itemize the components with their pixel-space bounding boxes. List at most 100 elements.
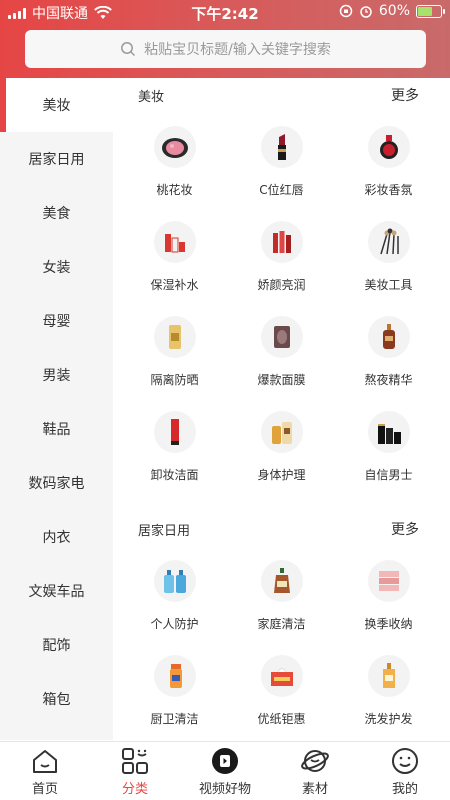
sidebar-item-mens[interactable]: 男装: [0, 348, 113, 402]
category-tile[interactable]: 个人防护: [121, 546, 228, 641]
tab-home[interactable]: 首页: [0, 742, 90, 800]
category-tile[interactable]: 换季收纳: [335, 546, 442, 641]
face-mask-icon: [273, 326, 290, 348]
blush-compact-icon: [161, 138, 188, 158]
battery-fill: [418, 6, 433, 16]
sidebar-item-label: 文娱车品: [28, 584, 85, 600]
search-input[interactable]: 粘贴宝贝标题/输入关键字搜索: [25, 30, 426, 68]
category-tile[interactable]: 优纸钜惠: [228, 641, 335, 736]
battery-percent: 60%: [378, 3, 410, 19]
tab-video[interactable]: 视频好物: [180, 742, 270, 800]
category-tile[interactable]: C位红唇: [228, 112, 335, 207]
category-tile[interactable]: 自信男士: [335, 397, 442, 492]
home-goods-grid: 个人防护 家庭清洁 换季收纳 厨卫清洁 优纸钜惠 洗发护发: [113, 546, 450, 736]
tile-label: 美妆工具: [364, 278, 413, 292]
tile-label: 换季收纳: [364, 617, 413, 631]
storage-drawers-icon: [378, 571, 399, 591]
sidebar-item-baby[interactable]: 母婴: [0, 294, 113, 348]
category-sidebar: 美妆 居家日用 美食 女装 母婴 男装 鞋品 数码家电 内衣 文娱车品 配饰 箱…: [0, 78, 113, 740]
tile-label: 隔离防晒: [150, 373, 199, 387]
tile-label: 自信男士: [364, 468, 413, 482]
section-title: 居家日用: [138, 523, 191, 539]
category-tile[interactable]: 桃花妆: [121, 112, 228, 207]
makeup-brushes-icon: [379, 228, 399, 255]
section-header-home-goods: 居家日用 更多: [113, 512, 450, 546]
tile-label: 保湿补水: [150, 278, 199, 292]
category-tile[interactable]: 厨卫清洁: [121, 641, 228, 736]
home-icon: [33, 750, 57, 773]
sidebar-item-label: 美妆: [42, 98, 71, 114]
category-tile[interactable]: 洗发护发: [335, 641, 442, 736]
category-tile[interactable]: 家庭清洁: [228, 546, 335, 641]
search-placeholder: 粘贴宝贝标题/输入关键字搜索: [144, 42, 331, 58]
smile-profile-icon: [392, 748, 418, 774]
disinfectant-icon: [273, 568, 290, 593]
section-title: 美妆: [138, 89, 165, 105]
category-tile[interactable]: 隔离防晒: [121, 302, 228, 397]
header: 中国联通 下午2:42 60% 粘贴宝贝标题/输入关键字搜索: [0, 0, 450, 88]
sidebar-item-label: 数码家电: [28, 476, 85, 492]
makeup-grid: 桃花妆 C位红唇 彩妆香氛 保湿补水 娇颜亮润 美妆工具 隔离防晒 爆款面膜 熬…: [113, 112, 450, 492]
sidebar-item-shoes[interactable]: 鞋品: [0, 402, 113, 456]
cleanser-tube-icon: [170, 419, 179, 445]
mens-care-icon: [377, 424, 401, 444]
sidebar-item-label: 鞋品: [42, 422, 71, 438]
tab-category[interactable]: 分类: [90, 742, 180, 800]
more-link[interactable]: 更多: [391, 85, 419, 105]
sidebar-item-label: 内衣: [42, 530, 71, 546]
body-care-icon: [271, 422, 292, 444]
tile-label: 桃花妆: [156, 183, 193, 197]
sidebar-item-food[interactable]: 美食: [0, 186, 113, 240]
tile-label: 家庭清洁: [257, 617, 306, 631]
more-link[interactable]: 更多: [391, 519, 419, 539]
sidebar-item-womens[interactable]: 女装: [0, 240, 113, 294]
essence-bottle-icon: [382, 324, 395, 349]
tab-label: 素材: [301, 782, 328, 797]
sidebar-item-digital[interactable]: 数码家电: [0, 456, 113, 510]
tile-label: C位红唇: [259, 183, 304, 197]
sidebar-item-underwear[interactable]: 内衣: [0, 510, 113, 564]
sidebar-item-accessories[interactable]: 配饰: [0, 618, 113, 672]
sidebar-item-label: 居家日用: [28, 152, 85, 168]
tile-label: 优纸钜惠: [257, 712, 306, 726]
category-icon: [122, 748, 148, 774]
tile-label: 卸妆洁面: [150, 468, 199, 482]
tab-profile[interactable]: 我的: [360, 742, 450, 800]
battery-icon: [416, 4, 445, 18]
sidebar-item-label: 男装: [42, 368, 71, 384]
section-header-makeup: 美妆 更多: [113, 78, 450, 112]
category-tile[interactable]: 身体护理: [228, 397, 335, 492]
category-tile[interactable]: 彩妆香氛: [335, 112, 442, 207]
category-tile[interactable]: 卸妆洁面: [121, 397, 228, 492]
tab-label: 分类: [121, 782, 148, 797]
category-content: 美妆 更多 桃花妆 C位红唇 彩妆香氛 保湿补水 娇颜亮润 美妆工具 隔离防晒 …: [113, 78, 450, 740]
status-right: 60%: [339, 3, 445, 19]
sunscreen-icon: [168, 325, 181, 349]
search-icon: [121, 42, 136, 57]
sidebar-item-home-goods[interactable]: 居家日用: [0, 132, 113, 186]
sidebar-item-entertainment[interactable]: 文娱车品: [0, 564, 113, 618]
spray-cleaner-icon: [169, 664, 182, 688]
category-tile[interactable]: 保湿补水: [121, 207, 228, 302]
tab-label: 我的: [391, 782, 418, 797]
hand-sanitizer-icon: [163, 570, 186, 593]
tile-label: 个人防护: [150, 617, 199, 631]
alarm-icon: [360, 6, 372, 18]
sidebar-item-label: 女装: [42, 260, 71, 276]
tile-label: 洗发护发: [364, 712, 413, 726]
category-tile[interactable]: 美妆工具: [335, 207, 442, 302]
category-tile[interactable]: 熬夜精华: [335, 302, 442, 397]
category-tile[interactable]: 娇颜亮润: [228, 207, 335, 302]
tab-material[interactable]: 素材: [270, 742, 360, 800]
tile-label: 彩妆香氛: [364, 183, 413, 197]
category-tile[interactable]: 爆款面膜: [228, 302, 335, 397]
video-icon: [212, 748, 238, 774]
tile-label: 熬夜精华: [364, 373, 413, 387]
tab-label: 首页: [31, 782, 58, 797]
sidebar-item-label: 箱包: [42, 692, 71, 708]
sidebar-item-label: 配饰: [42, 638, 71, 654]
tissue-box-icon: [270, 668, 293, 686]
sidebar-item-makeup[interactable]: 美妆: [0, 78, 113, 132]
sidebar-item-bags[interactable]: 箱包: [0, 672, 113, 726]
tile-label: 身体护理: [257, 468, 306, 482]
